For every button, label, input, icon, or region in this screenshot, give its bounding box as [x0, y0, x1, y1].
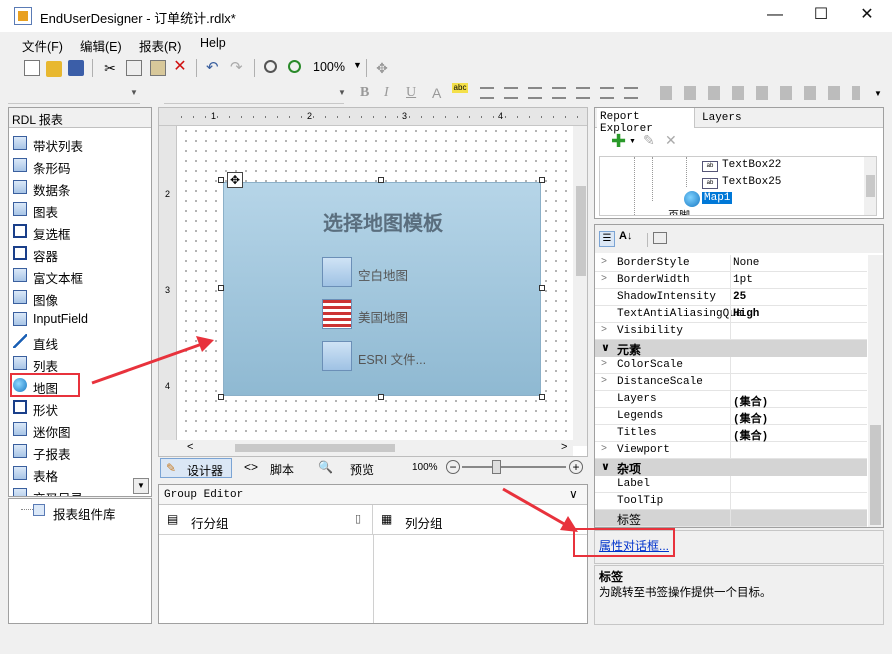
annotation-arrows [91, 336, 578, 532]
